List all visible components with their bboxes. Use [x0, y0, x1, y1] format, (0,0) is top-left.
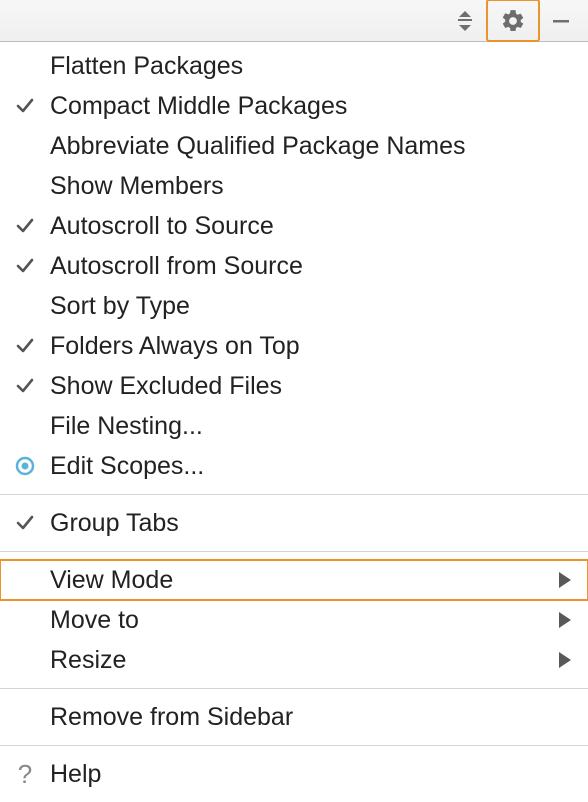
- menu-item-label: Remove from Sidebar: [50, 703, 556, 732]
- menu-item-label: Sort by Type: [50, 292, 556, 321]
- menu-item-flatten-packages[interactable]: Flatten Packages: [0, 46, 588, 86]
- menu-item-label: File Nesting...: [50, 412, 556, 441]
- menu-item-label: Show Members: [50, 172, 556, 201]
- help-icon: ?: [0, 759, 50, 790]
- minimize-icon: [551, 11, 571, 31]
- menu-item-label: Autoscroll to Source: [50, 212, 556, 241]
- menu-separator: [0, 551, 588, 552]
- menu-item-show-members[interactable]: Show Members: [0, 166, 588, 206]
- menu-item-autoscroll-from-source[interactable]: Autoscroll from Source: [0, 246, 588, 286]
- settings-button[interactable]: [486, 0, 540, 42]
- collapse-button[interactable]: [446, 3, 484, 39]
- radio-icon: [0, 456, 50, 476]
- check-icon: [0, 336, 50, 356]
- menu-separator: [0, 494, 588, 495]
- minimize-button[interactable]: [542, 3, 580, 39]
- menu-item-label: Move to: [50, 606, 556, 635]
- menu-item-label: Edit Scopes...: [50, 452, 556, 481]
- menu-item-remove-from-sidebar[interactable]: Remove from Sidebar: [0, 697, 588, 737]
- menu-item-label: Compact Middle Packages: [50, 92, 556, 121]
- menu-item-label: Resize: [50, 646, 556, 675]
- menu-item-autoscroll-to-source[interactable]: Autoscroll to Source: [0, 206, 588, 246]
- menu-item-group-tabs[interactable]: Group Tabs: [0, 503, 588, 543]
- chevron-right-icon: [556, 652, 574, 668]
- check-icon: [0, 513, 50, 533]
- menu-item-resize[interactable]: Resize: [0, 640, 588, 680]
- menu-item-edit-scopes[interactable]: Edit Scopes...: [0, 446, 588, 486]
- menu-item-label: Folders Always on Top: [50, 332, 556, 361]
- menu-item-label: Group Tabs: [50, 509, 556, 538]
- menu-separator: [0, 688, 588, 689]
- check-icon: [0, 96, 50, 116]
- menu-item-file-nesting[interactable]: File Nesting...: [0, 406, 588, 446]
- menu-item-show-excluded-files[interactable]: Show Excluded Files: [0, 366, 588, 406]
- menu-item-label: Help: [50, 760, 556, 789]
- menu-item-label: View Mode: [50, 566, 556, 595]
- menu-item-folders-always-on-top[interactable]: Folders Always on Top: [0, 326, 588, 366]
- check-icon: [0, 376, 50, 396]
- collapse-icon: [456, 11, 474, 31]
- menu-item-abbreviate-qualified-package-names[interactable]: Abbreviate Qualified Package Names: [0, 126, 588, 166]
- menu-item-label: Abbreviate Qualified Package Names: [50, 132, 556, 161]
- menu-item-label: Show Excluded Files: [50, 372, 556, 401]
- check-icon: [0, 256, 50, 276]
- menu-item-label: Flatten Packages: [50, 52, 556, 81]
- chevron-right-icon: [556, 572, 574, 588]
- menu-item-label: Autoscroll from Source: [50, 252, 556, 281]
- menu-item-view-mode[interactable]: View Mode: [0, 560, 588, 600]
- context-menu: Flatten Packages Compact Middle Packages A…: [0, 42, 588, 794]
- menu-separator: [0, 745, 588, 746]
- gear-icon: [500, 8, 526, 34]
- menu-item-sort-by-type[interactable]: Sort by Type: [0, 286, 588, 326]
- menu-item-compact-middle-packages[interactable]: Compact Middle Packages: [0, 86, 588, 126]
- check-icon: [0, 216, 50, 236]
- toolbar: [0, 0, 588, 42]
- menu-item-help[interactable]: ?Help: [0, 754, 588, 794]
- chevron-right-icon: [556, 612, 574, 628]
- menu-item-move-to[interactable]: Move to: [0, 600, 588, 640]
